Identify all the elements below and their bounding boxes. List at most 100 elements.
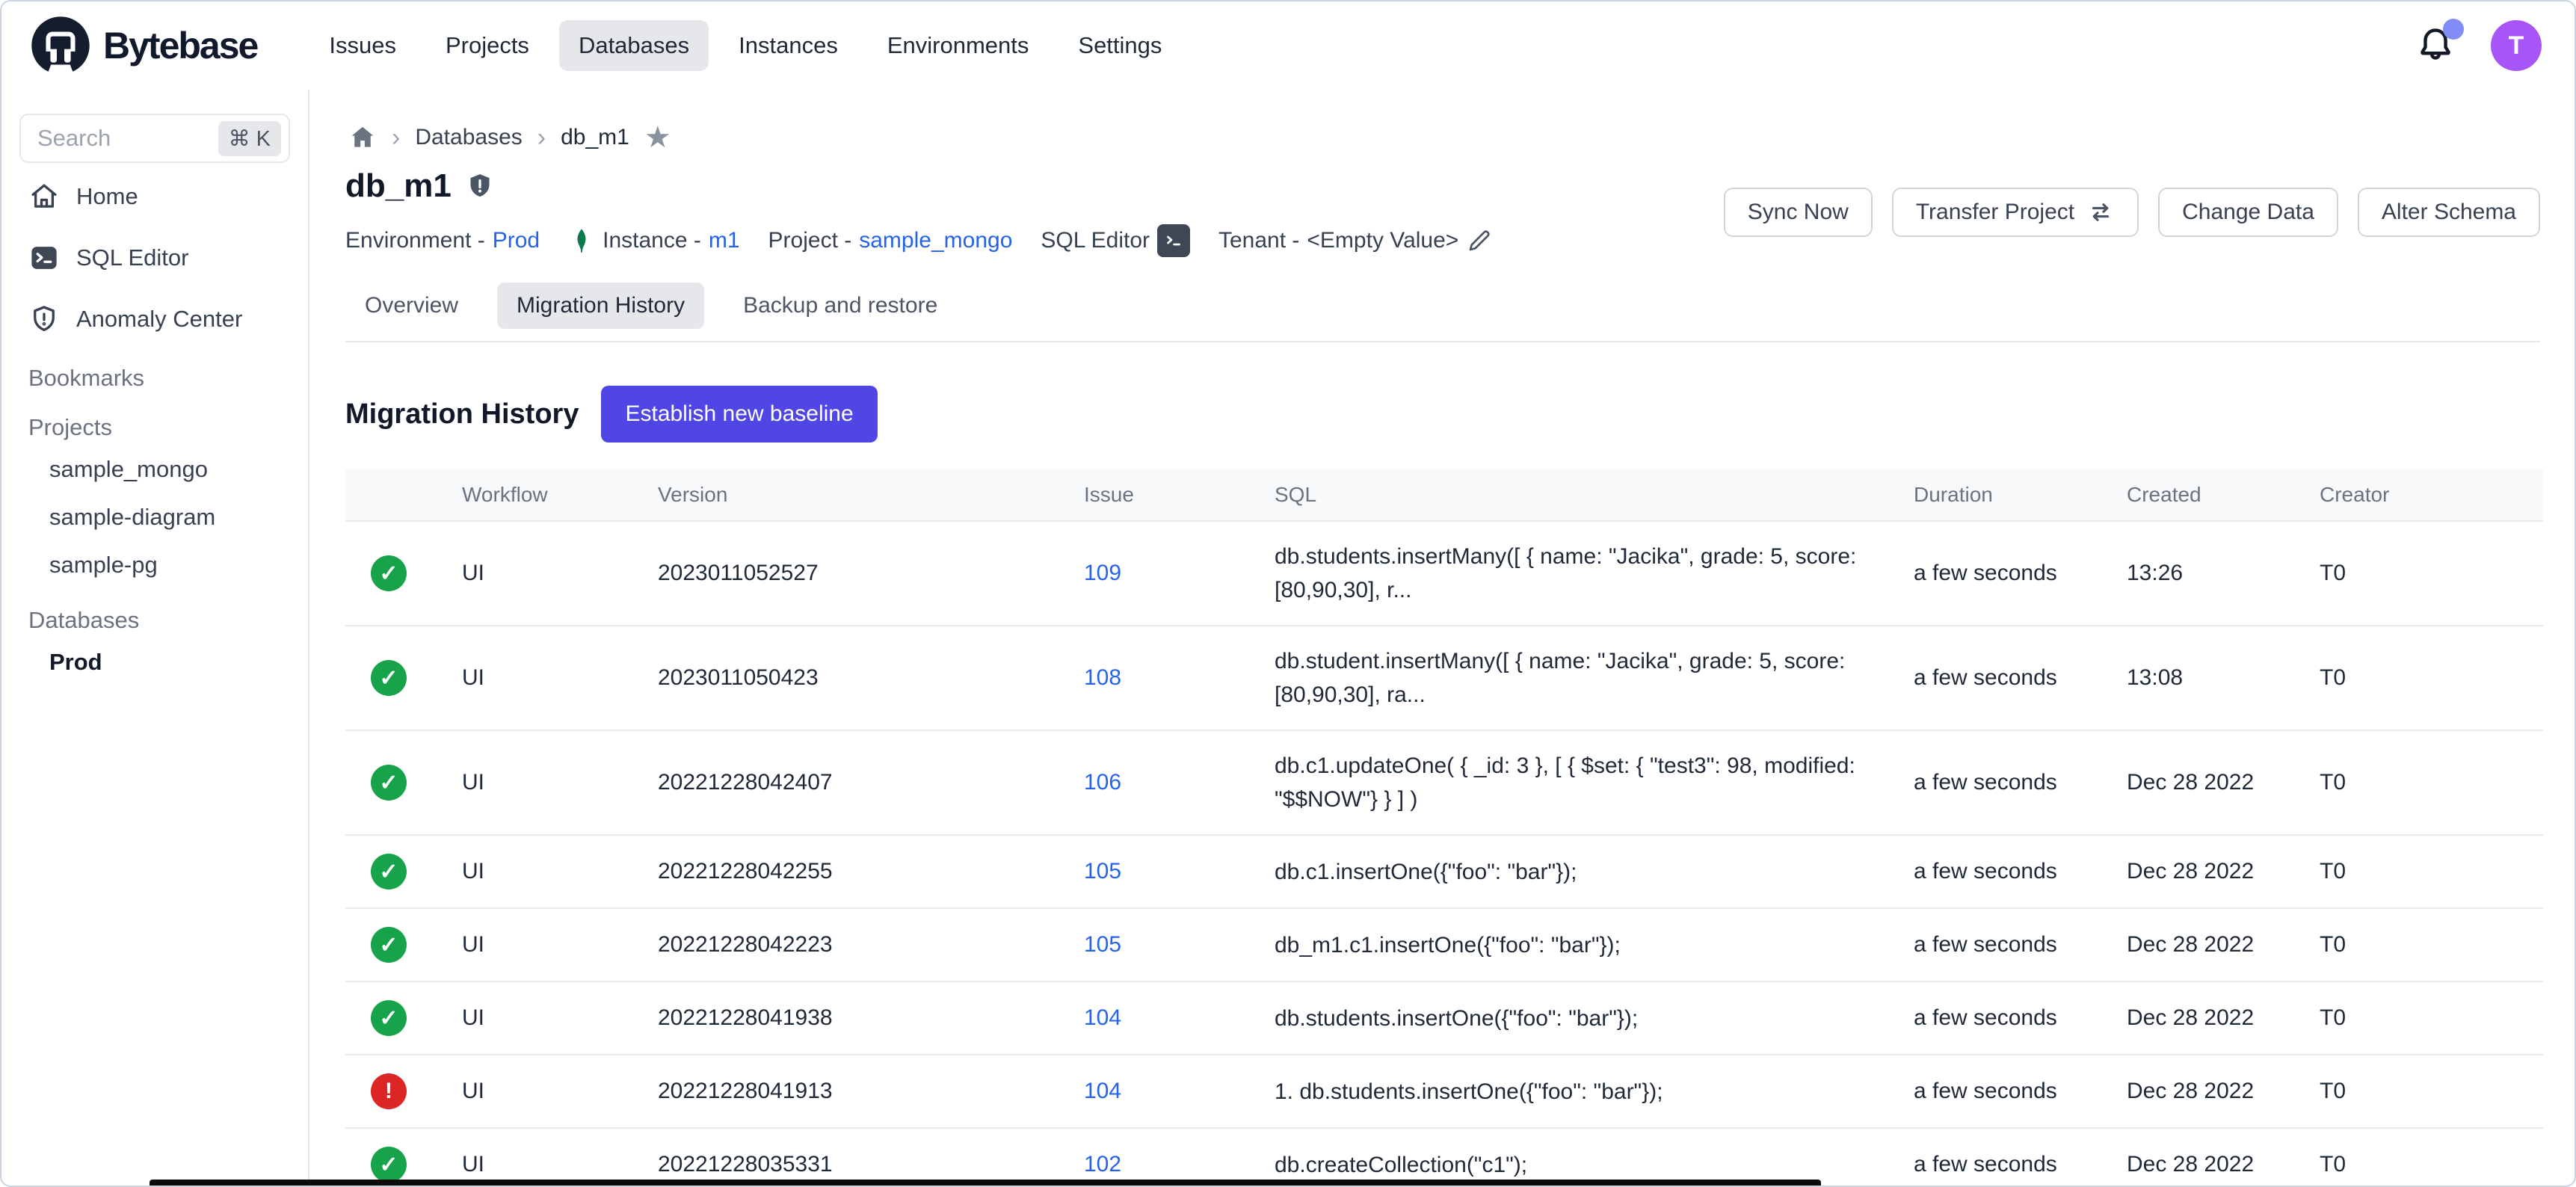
favorite-star-icon[interactable]: ★	[644, 123, 671, 152]
creator-cell: T0	[2308, 1055, 2543, 1128]
nav-settings[interactable]: Settings	[1059, 20, 1181, 71]
duration-cell: a few seconds	[1902, 626, 2115, 730]
sidebar-item-home[interactable]: Home	[19, 169, 290, 224]
page-title: db_m1	[345, 167, 452, 205]
duration-cell: a few seconds	[1902, 521, 2115, 626]
nav-databases[interactable]: Databases	[559, 20, 709, 71]
database-meta-row: Environment - Prod Instance - m1	[345, 224, 1509, 257]
breadcrumb-current: db_m1	[561, 125, 629, 150]
col-creator: Creator	[2308, 469, 2543, 521]
home-breadcrumb-icon[interactable]	[348, 123, 377, 152]
sql-cell: db_m1.c1.insertOne({"foo": "bar"});	[1263, 908, 1902, 981]
instance-label: Instance -	[603, 228, 701, 253]
project-link[interactable]: sample_mongo	[859, 228, 1012, 253]
creator-cell: T0	[2308, 908, 2543, 981]
sidebar-project-sample-diagram[interactable]: sample-diagram	[19, 493, 290, 541]
issue-link[interactable]: 105	[1084, 859, 1121, 884]
topbar-right: T	[2415, 20, 2542, 71]
created-cell: Dec 28 2022	[2115, 981, 2308, 1055]
terminal-icon	[28, 242, 60, 274]
duration-cell: a few seconds	[1902, 1128, 2115, 1187]
table-row[interactable]: UI 2023011052527 109 db.students.insertM…	[345, 521, 2543, 626]
table-row[interactable]: UI 20221228041938 104 db.students.insert…	[345, 981, 2543, 1055]
workflow-cell: UI	[450, 908, 646, 981]
sidebar-item-sql-editor[interactable]: SQL Editor	[19, 230, 290, 286]
version-cell: 20221228042407	[646, 730, 1072, 835]
sql-editor-launch-icon[interactable]	[1157, 224, 1190, 257]
version-cell: 20221228035331	[646, 1128, 1072, 1187]
issue-link[interactable]: 109	[1084, 561, 1121, 585]
pencil-edit-icon[interactable]	[1466, 227, 1493, 254]
home-icon	[28, 181, 60, 212]
nav-environments[interactable]: Environments	[868, 20, 1049, 71]
sql-cell: db.student.insertMany([ { name: "Jacika"…	[1263, 626, 1902, 730]
tab-overview[interactable]: Overview	[345, 283, 478, 329]
bytebase-logo[interactable]: Bytebase	[28, 13, 257, 78]
col-issue: Issue	[1072, 469, 1263, 521]
breadcrumb-databases[interactable]: Databases	[415, 125, 522, 150]
sql-cell: 1. db.students.insertOne({"foo": "bar"})…	[1263, 1055, 1902, 1128]
duration-cell: a few seconds	[1902, 730, 2115, 835]
tab-backup-and-restore[interactable]: Backup and restore	[724, 283, 957, 329]
search-input[interactable]	[37, 125, 187, 152]
avatar[interactable]: T	[2491, 20, 2542, 71]
nav-instances[interactable]: Instances	[719, 20, 857, 71]
shield-alert-icon	[28, 303, 60, 335]
environment-link[interactable]: Prod	[493, 228, 540, 253]
establish-baseline-button[interactable]: Establish new baseline	[601, 386, 877, 443]
table-row[interactable]: UI 20221228042223 105 db_m1.c1.insertOne…	[345, 908, 2543, 981]
issue-link[interactable]: 106	[1084, 770, 1121, 795]
sql-cell: db.c1.updateOne( { _id: 3 }, [ { $set: {…	[1263, 730, 1902, 835]
migration-history-heading: Migration History	[345, 398, 579, 431]
project-label: Project -	[768, 228, 852, 253]
issue-link[interactable]: 102	[1084, 1152, 1121, 1177]
sync-now-button[interactable]: Sync Now	[1724, 188, 1873, 237]
bottom-bar	[150, 1180, 1821, 1186]
sidebar-project-sample-pg[interactable]: sample-pg	[19, 541, 290, 589]
issue-link[interactable]: 108	[1084, 665, 1121, 690]
table-row[interactable]: UI 20221228042255 105 db.c1.insertOne({"…	[345, 835, 2543, 908]
creator-cell: T0	[2308, 1128, 2543, 1187]
search-box[interactable]: ⌘ K	[19, 114, 290, 163]
notification-bell-icon[interactable]	[2415, 25, 2456, 67]
table-row[interactable]: UI 20221228035331 102 db.createCollectio…	[345, 1128, 2543, 1187]
col-sql: SQL	[1263, 469, 1902, 521]
issue-link[interactable]: 104	[1084, 1079, 1121, 1103]
sql-cell: db.createCollection("c1");	[1263, 1128, 1902, 1187]
table-row[interactable]: UI 20221228041913 104 1. db.students.ins…	[345, 1055, 2543, 1128]
alter-schema-button[interactable]: Alter Schema	[2358, 188, 2540, 237]
sidebar-item-anomaly-center[interactable]: Anomaly Center	[19, 292, 290, 347]
table-row[interactable]: UI 20221228042407 106 db.c1.updateOne( {…	[345, 730, 2543, 835]
status-icon	[371, 660, 407, 696]
workflow-cell: UI	[450, 981, 646, 1055]
col-workflow: Workflow	[450, 469, 646, 521]
workflow-cell: UI	[450, 1055, 646, 1128]
detail-tabs: Overview Migration History Backup and re…	[345, 283, 2540, 342]
transfer-project-button[interactable]: Transfer Project	[1892, 188, 2139, 237]
version-cell: 2023011050423	[646, 626, 1072, 730]
sql-cell: db.students.insertOne({"foo": "bar"});	[1263, 981, 1902, 1055]
issue-link[interactable]: 104	[1084, 1005, 1121, 1030]
mongodb-leaf-icon	[568, 227, 595, 254]
nav-projects[interactable]: Projects	[426, 20, 549, 71]
change-data-button[interactable]: Change Data	[2158, 188, 2338, 237]
meta-instance: Instance - m1	[568, 227, 739, 254]
col-duration: Duration	[1902, 469, 2115, 521]
action-buttons: Sync Now Transfer Project Change Data Al…	[1724, 188, 2540, 237]
sidebar-project-sample-mongo[interactable]: sample_mongo	[19, 445, 290, 493]
table-row[interactable]: UI 2023011050423 108 db.student.insertMa…	[345, 626, 2543, 730]
shield-alert-filled-icon	[465, 171, 495, 201]
created-cell: Dec 28 2022	[2115, 1128, 2308, 1187]
sidebar-database-prod[interactable]: Prod	[19, 638, 290, 686]
topbar: Bytebase Issues Projects Databases Insta…	[1, 1, 2575, 90]
issue-link[interactable]: 105	[1084, 932, 1121, 957]
created-cell: Dec 28 2022	[2115, 730, 2308, 835]
workflow-cell: UI	[450, 521, 646, 626]
title-row: db_m1 Environment - Prod	[345, 167, 2540, 257]
tab-migration-history[interactable]: Migration History	[497, 283, 704, 329]
status-icon	[371, 927, 407, 963]
instance-link[interactable]: m1	[709, 228, 740, 253]
version-cell: 20221228042223	[646, 908, 1072, 981]
breadcrumb: › Databases › db_m1 ★	[345, 112, 2540, 157]
nav-issues[interactable]: Issues	[309, 20, 416, 71]
